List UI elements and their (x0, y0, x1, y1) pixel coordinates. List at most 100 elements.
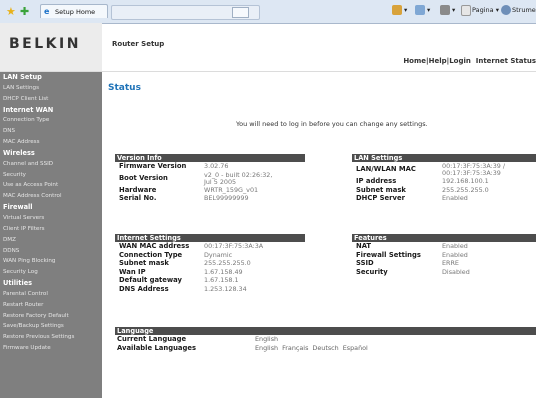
nav-help-link[interactable]: Help (429, 57, 447, 65)
sidebar-link[interactable]: DDNS (0, 246, 102, 257)
language-option-link[interactable]: English (255, 344, 278, 352)
sidebar-link[interactable]: Restore Factory Default (0, 311, 102, 322)
tools-gear-icon[interactable] (501, 5, 511, 15)
add-favorites-icon[interactable]: ✚ (20, 5, 29, 18)
info-label: Firewall Settings (356, 250, 421, 259)
info-value: 255.255.255.0 (204, 259, 251, 267)
info-label: SSID (356, 259, 374, 267)
sidebar: LAN Setup LAN Settings DHCP Client List Int… (0, 72, 102, 398)
login-message: You will need to log in before you can c… (236, 120, 428, 128)
sidebar-link[interactable]: Client IP Filters (0, 224, 102, 235)
info-row: Subnet mask 255.255.255.0 (115, 259, 305, 268)
info-label: IP address (356, 177, 397, 185)
sidebar-section-heading: Wireless (3, 148, 35, 157)
sidebar-section-heading: Utilities (3, 279, 33, 288)
print-dropdown-icon[interactable]: ▾ (452, 6, 455, 14)
sidebar-link[interactable]: LAN Settings (0, 83, 102, 94)
current-language-value: English (255, 335, 279, 343)
browser-tab[interactable]: e Setup Home (40, 4, 108, 18)
info-label: Serial No. (119, 194, 157, 202)
sidebar-link[interactable]: MAC Address Control (0, 191, 102, 202)
language-option-link[interactable]: Español (343, 344, 368, 352)
info-value: Enabled (442, 242, 468, 250)
sidebar-link[interactable]: Security Log (0, 267, 102, 278)
language-option-link[interactable]: Deutsch (312, 344, 338, 352)
tab-title: Setup Home (55, 8, 96, 16)
new-tab-area[interactable] (111, 5, 260, 20)
logo-area: BELKIN (0, 23, 102, 71)
page-icon[interactable] (461, 5, 471, 16)
info-value: WRTR_159G_v01 (204, 185, 259, 194)
language-title: Language (115, 327, 536, 335)
language-panel: Language Current Language English Availa… (115, 327, 536, 353)
home-icon[interactable] (392, 5, 402, 15)
info-value: BEL99999999 (204, 194, 249, 202)
nav-home-link[interactable]: Home (403, 57, 426, 65)
language-option-link[interactable]: Français (282, 344, 308, 352)
available-languages-list: English Français Deutsch Español (255, 344, 372, 353)
sidebar-link[interactable]: Virtual Servers (0, 213, 102, 224)
browser-toolbar: ★ ✚ e Setup Home ▾ ▾ ▾ Pagina ▾ Strument… (0, 0, 536, 24)
info-value: Dynamic (204, 250, 233, 259)
info-row: Default gateway 1.67.158.1 (115, 276, 305, 285)
version-info-panel: Version Info Firmware Version 3.02.76 Boot… (115, 154, 305, 203)
sidebar-link[interactable]: Connection Type (0, 115, 102, 126)
nav-internet-status: Internet Status (475, 57, 536, 65)
page-menu[interactable]: Pagina ▾ (472, 6, 499, 14)
sidebar-link[interactable]: Restore Previous Settings (0, 332, 102, 343)
lan-settings-panel: LAN Settings LAN/WLAN MAC 00:17:3F:75:3A:… (352, 154, 536, 203)
sidebar-link[interactable]: Security (0, 170, 102, 181)
info-label: LAN/WLAN MAC (356, 165, 416, 173)
belkin-logo: BELKIN (9, 36, 81, 52)
home-dropdown-icon[interactable]: ▾ (404, 6, 407, 14)
info-label: Security (356, 267, 388, 276)
sidebar-link[interactable]: DHCP Client List (0, 94, 102, 105)
info-row: Subnet mask 255.255.255.0 (352, 186, 536, 195)
sidebar-link[interactable]: DNS (0, 126, 102, 137)
nav-login-link[interactable]: Login (449, 57, 471, 65)
info-row: LAN/WLAN MAC 00:17:3F:75:3A:39 / 00:17:3F… (352, 162, 536, 177)
sidebar-link[interactable]: DMZ (0, 235, 102, 246)
sidebar-link[interactable]: Parental Control (0, 289, 102, 300)
info-label: DNS Address (119, 284, 169, 293)
ie-page-icon: e (44, 7, 50, 16)
sidebar-link[interactable]: Firmware Update (0, 343, 102, 354)
info-label: Connection Type (119, 250, 183, 259)
info-label: Boot Version (119, 173, 168, 182)
sidebar-link[interactable]: Channel and SSID (0, 159, 102, 170)
info-label: Default gateway (119, 276, 182, 284)
info-value: 1.67.158.1 (204, 276, 239, 284)
info-value: 1.67.158.49 (204, 267, 243, 276)
feeds-icon[interactable] (415, 5, 425, 15)
info-row: Connection Type Dynamic (115, 251, 305, 260)
info-label: NAT (356, 242, 372, 250)
print-icon[interactable] (440, 5, 450, 15)
sidebar-link[interactable]: Use as Access Point (0, 180, 102, 191)
favorites-star-icon[interactable]: ★ (6, 5, 16, 18)
sidebar-link[interactable]: WAN Ping Blocking (0, 256, 102, 267)
page-title: Status (108, 83, 141, 93)
info-row: Firewall Settings Enabled (352, 251, 536, 260)
available-languages-label: Available Languages (117, 344, 197, 352)
features-panel: Features NAT Enabled Firewall Settings Enab… (352, 234, 536, 276)
feeds-dropdown-icon[interactable]: ▾ (427, 6, 430, 14)
tools-menu[interactable]: Strumenti (512, 6, 536, 14)
info-label: Wan IP (119, 267, 146, 276)
info-value: v2_0 - built 02:26:32, Jul 5 2005 (204, 170, 273, 186)
sidebar-section-heading: Firewall (3, 203, 33, 212)
sidebar-link[interactable]: Save/Backup Settings (0, 321, 102, 332)
features-title: Features (352, 234, 536, 242)
current-language-row: Current Language English (115, 335, 536, 344)
info-row: Serial No. BEL99999999 (115, 194, 305, 203)
sidebar-link[interactable]: Restart Router (0, 300, 102, 311)
info-label: Subnet mask (356, 185, 406, 194)
sidebar-section-heading: Internet WAN (3, 105, 54, 114)
sidebar-link[interactable]: MAC Address (0, 137, 102, 148)
new-tab-icon[interactable] (232, 7, 249, 18)
info-row: SSID ERRE (352, 259, 536, 268)
top-nav: Home|Help|Login Internet Status (403, 57, 536, 65)
info-row: Security Disabled (352, 268, 536, 277)
info-row: NAT Enabled (352, 242, 536, 251)
info-label: Hardware (119, 185, 157, 194)
current-language-label: Current Language (117, 335, 187, 343)
